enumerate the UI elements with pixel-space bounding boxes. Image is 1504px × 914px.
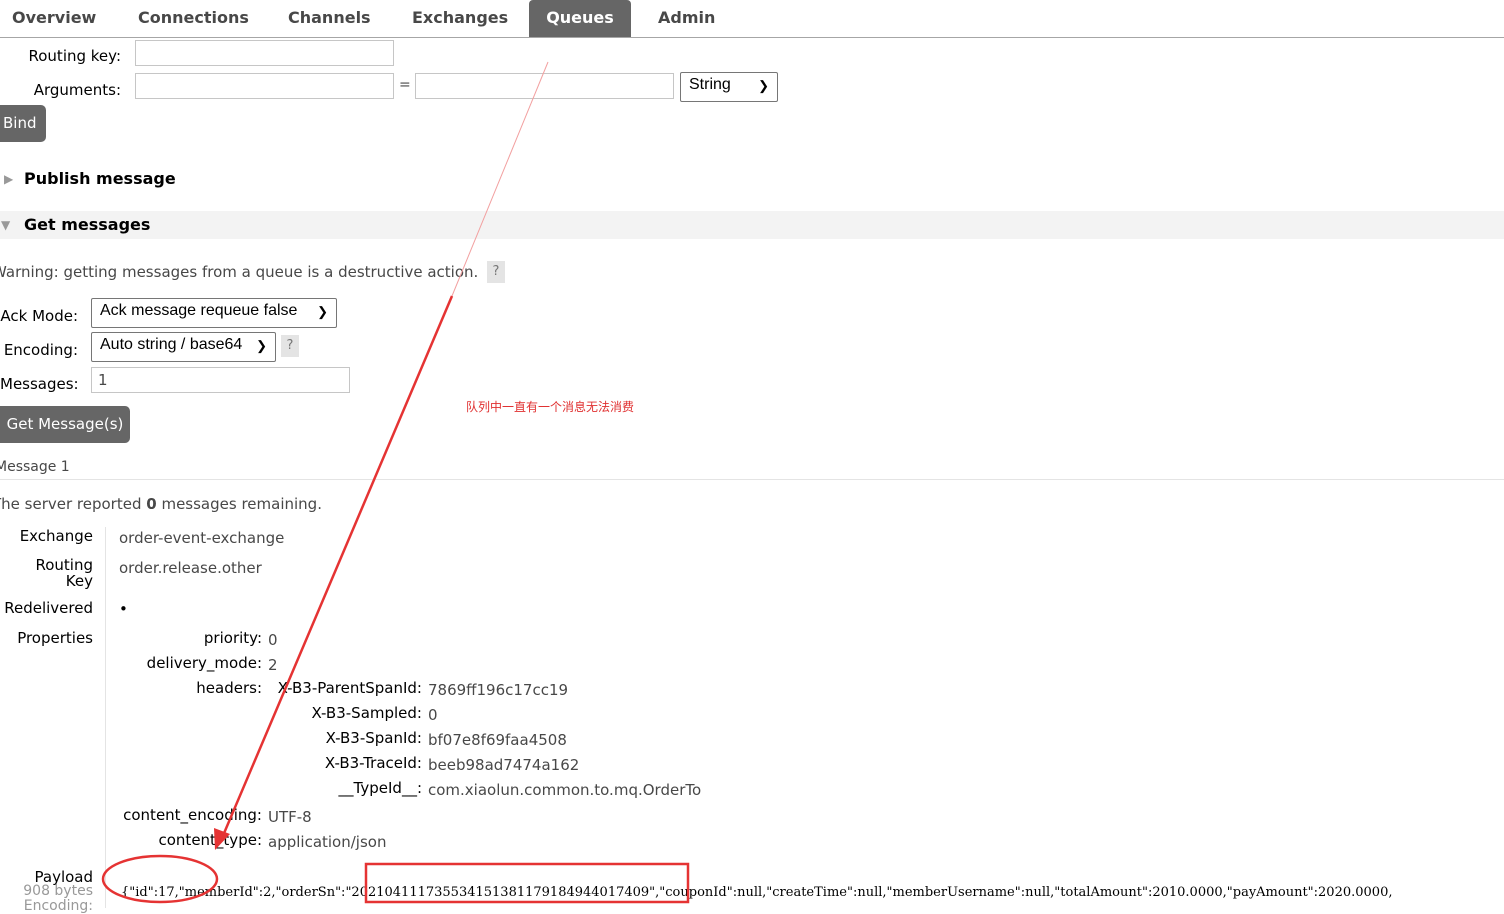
annotation-arrow: [220, 295, 454, 839]
markup-overlay: [101, 61, 690, 904]
arrow-head-icon: [214, 828, 230, 850]
annotation-arrow-faint: [451, 61, 549, 297]
annotation-circle: [101, 854, 219, 904]
annotation-highlight-box: [364, 862, 690, 904]
